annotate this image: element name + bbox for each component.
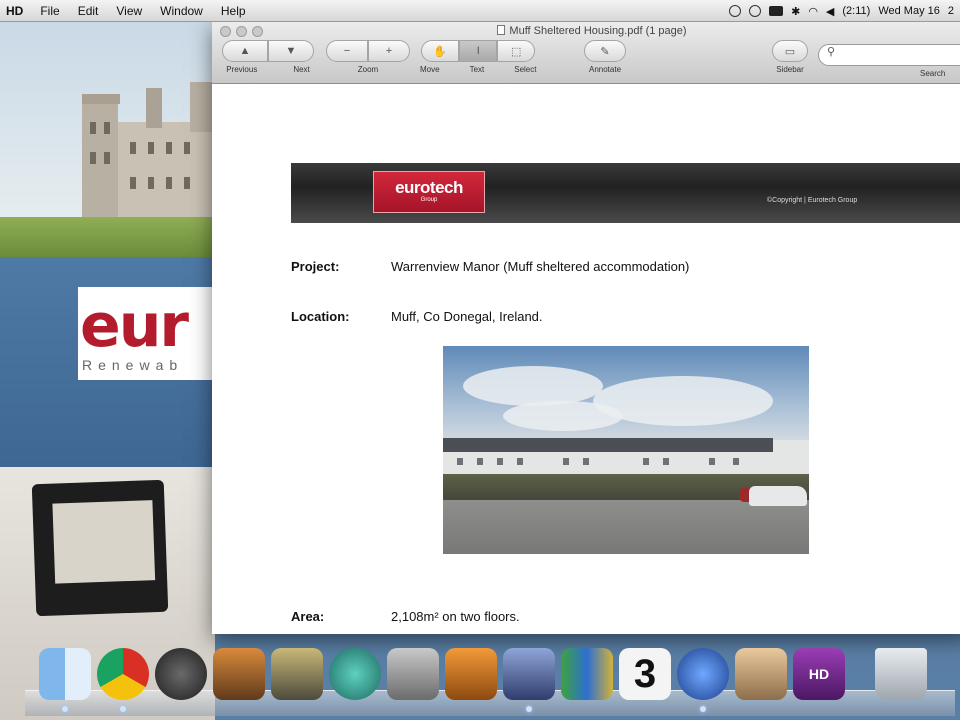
clock[interactable]: Wed May 16 xyxy=(878,5,940,17)
preview-window: Muff Sheltered Housing.pdf (1 page) ▲ ▼ … xyxy=(212,22,960,634)
document-banner: eurotech Group ©Copyright | Eurotech Gro… xyxy=(291,163,960,223)
pdf-page[interactable]: eurotech Group ©Copyright | Eurotech Gro… xyxy=(212,84,960,634)
zoom-label: Zoom xyxy=(357,65,379,74)
zoom-out-button[interactable]: − xyxy=(326,40,368,62)
quill-icon[interactable] xyxy=(503,648,555,700)
annotate-group: ✎ Annotate xyxy=(584,40,626,74)
area-label: Area: xyxy=(291,609,325,624)
project-value: Warrenview Manor (Muff sheltered accommo… xyxy=(391,259,690,274)
sidebar-label: Sidebar xyxy=(776,65,804,74)
banner-copyright: ©Copyright | Eurotech Group xyxy=(767,197,858,204)
eurotech-logo-text: eurotech xyxy=(395,178,463,197)
select-label: Select xyxy=(514,65,537,74)
status-area: ✱ ◠ ◀ (2:11) Wed May 16 2 xyxy=(729,0,960,22)
menu-view[interactable]: View xyxy=(107,4,151,18)
next-label: Next xyxy=(293,65,310,74)
menu-edit[interactable]: Edit xyxy=(69,4,108,18)
menu-bar: HD File Edit View Window Help ✱ ◠ ◀ (2:1… xyxy=(0,0,960,22)
trash-icon[interactable] xyxy=(875,648,927,700)
bluetooth-icon[interactable]: ✱ xyxy=(791,5,800,18)
tool-mode-group: ✋ I ⬚ Move Text Select xyxy=(420,40,536,74)
select-tool-button[interactable]: ⬚ xyxy=(497,40,536,62)
move-label: Move xyxy=(420,65,440,74)
chrome-running-indicator xyxy=(120,706,126,712)
text-label: Text xyxy=(469,65,485,74)
previous-next-group: ▲ ▼ Previous Next xyxy=(222,40,314,74)
wifi-icon[interactable]: ◠ xyxy=(808,5,818,18)
logo-text-large: eur xyxy=(80,291,189,361)
hd-video-icon[interactable]: HD xyxy=(793,648,845,700)
logo-text-small: Renewab xyxy=(82,357,184,373)
messenger-icon[interactable] xyxy=(677,648,729,700)
text-tool-button[interactable]: I xyxy=(459,40,498,62)
window-titlebar: Muff Sheltered Housing.pdf (1 page) ▲ ▼ … xyxy=(212,22,960,84)
presentation-icon[interactable] xyxy=(445,648,497,700)
sync-icon[interactable] xyxy=(729,5,742,17)
annotate-button[interactable]: ✎ xyxy=(584,40,626,62)
imovie-icon[interactable] xyxy=(271,648,323,700)
annotate-label: Annotate xyxy=(588,65,622,74)
sidebar-button[interactable]: ▭ xyxy=(772,40,808,62)
system-preferences-icon[interactable] xyxy=(387,648,439,700)
sidebar-group: ▭ Sidebar xyxy=(772,40,808,74)
previous-label: Previous xyxy=(226,65,258,74)
finder-icon[interactable] xyxy=(39,648,91,700)
pdf-document-icon[interactable] xyxy=(497,25,506,35)
area-value: 2,108m² on two floors. xyxy=(391,609,520,624)
clock-extra[interactable]: 2 xyxy=(948,5,954,17)
move-tool-button[interactable]: ✋ xyxy=(421,40,460,62)
project-label: Project: xyxy=(291,259,340,274)
castle-image xyxy=(82,82,215,217)
window-title: Muff Sheltered Housing.pdf (1 page) xyxy=(212,25,960,37)
menu-window[interactable]: Window xyxy=(151,4,212,18)
eurotech-logo: eurotech Group xyxy=(373,171,485,213)
desktop-grass xyxy=(0,217,215,257)
volume-icon[interactable]: ◀ xyxy=(826,5,834,18)
battery-status[interactable]: (2:11) xyxy=(842,5,870,17)
messenger-running-indicator xyxy=(700,706,706,712)
three-mobile-icon[interactable]: 3 xyxy=(619,648,671,700)
zoom-in-button[interactable]: + xyxy=(368,40,410,62)
building-photo xyxy=(443,346,809,554)
search-icon: ⚲ xyxy=(827,46,836,58)
location-value: Muff, Co Donegal, Ireland. xyxy=(391,309,543,324)
dock: 3 HD xyxy=(25,636,955,720)
search-label: Search xyxy=(920,69,946,78)
location-label: Location: xyxy=(291,309,350,324)
menu-file[interactable]: File xyxy=(31,4,68,18)
menu-app-name[interactable]: HD xyxy=(0,4,31,18)
numbers-icon[interactable] xyxy=(561,648,613,700)
finder-running-indicator xyxy=(62,706,68,712)
time-machine-status-icon[interactable] xyxy=(749,5,762,17)
zoom-group: − + Zoom xyxy=(326,40,410,74)
display-icon[interactable] xyxy=(769,6,784,16)
eurotech-logo-sub: Group xyxy=(420,197,438,203)
previous-button[interactable]: ▲ xyxy=(222,40,268,62)
chrome-icon[interactable] xyxy=(97,648,149,700)
iphoto-icon[interactable] xyxy=(213,648,265,700)
menu-help[interactable]: Help xyxy=(212,4,255,18)
time-machine-icon[interactable] xyxy=(329,648,381,700)
desktop-tablet-image xyxy=(31,479,169,617)
quill-running-indicator xyxy=(526,706,532,712)
search-field[interactable]: ⚲ xyxy=(818,44,960,66)
photo-booth-icon[interactable] xyxy=(735,648,787,700)
next-button[interactable]: ▼ xyxy=(268,40,314,62)
dashboard-icon[interactable] xyxy=(155,648,207,700)
desktop-eurotech-logo: eur Renewab xyxy=(78,287,218,380)
